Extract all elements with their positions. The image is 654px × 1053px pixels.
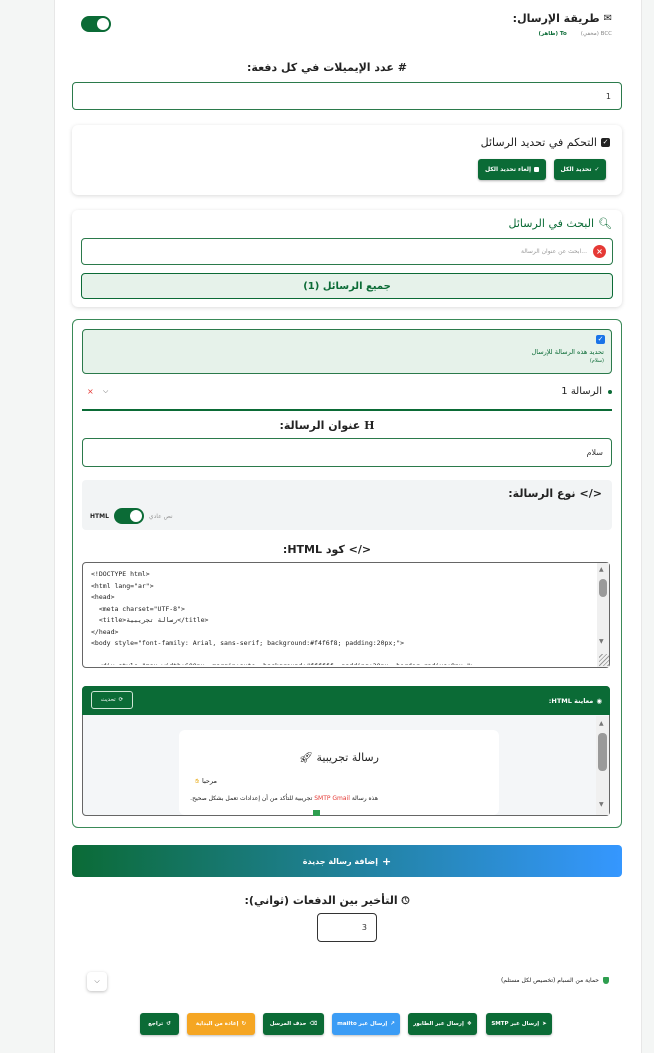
external-link-icon: ↗	[390, 1021, 395, 1027]
delete-sent-button[interactable]: ⌫ حذف المرسل	[263, 1013, 324, 1035]
checkbox-icon: ✓	[601, 138, 610, 147]
wave-icon: ✋︎	[195, 777, 199, 785]
hash-icon: #	[397, 61, 407, 74]
chevron-down-icon[interactable]: ⌵	[103, 387, 108, 396]
envelope-icon: ✉	[603, 13, 612, 24]
square-icon	[534, 167, 540, 172]
option-to[interactable]: To (ظاهر)	[538, 31, 566, 37]
send-queue-button[interactable]: ❖ إرسال عبر الطابور	[408, 1013, 477, 1035]
option-bcc[interactable]: BCC (مخفي)	[581, 31, 612, 37]
paper-plane-icon: ➤	[542, 1021, 547, 1027]
delay-label: 🕓︎ التأخير بين الدفعات (ثواني):	[244, 894, 410, 907]
eraser-icon: ⌫	[309, 1021, 318, 1027]
refresh-icon: ⟳	[118, 697, 124, 703]
code-scroll-up-icon[interactable]: ▲	[599, 566, 604, 573]
selection-control-title: ✓ التحكم في تحديد الرسائل	[480, 136, 610, 149]
code-line: <title>رسالة تجريبية</title>	[91, 616, 209, 624]
message-header-divider	[82, 409, 612, 411]
message-type-label: </> نوع الرسالة:	[508, 487, 602, 500]
preview-email-title: رسالة تجريبية 🚀︎	[299, 751, 379, 764]
batch-size-label: # عدد الإيميلات في كل دفعة:	[247, 61, 407, 74]
spam-expand-button[interactable]: ⌵	[87, 972, 107, 991]
check-double-icon: ✓	[594, 166, 600, 173]
add-message-button[interactable]: + إضافة رسالة جديدة	[72, 845, 622, 877]
clock-icon: 🕓︎	[401, 896, 410, 907]
type-plain-label[interactable]: نص عادي	[149, 513, 173, 520]
code-icon-2: </>	[348, 543, 372, 556]
preview-brand: SMTP Gmail	[314, 795, 350, 802]
refresh-preview-button[interactable]: ⟳ تحديث	[91, 691, 133, 709]
message-type-switch[interactable]: نص عادي HTML	[90, 508, 173, 524]
restart-icon: ↻	[241, 1021, 247, 1027]
send-mailto-button[interactable]: ↗ إرسال عبر mailto	[332, 1013, 400, 1035]
select-message-label: تحديد هذه الرسالة للإرسال (سلام)	[531, 348, 605, 364]
spam-protection-label: حماية من السبام (تخصيص لكل مستلم)	[501, 977, 609, 984]
search-icon: 🔍︎	[598, 217, 612, 230]
shield-icon	[603, 977, 609, 984]
search-title: 🔍︎ البحث في الرسائل	[508, 217, 612, 230]
html-code-label: </> كود HTML:	[282, 543, 372, 556]
code-scroll-down-icon[interactable]: ▼	[599, 638, 604, 645]
code-scroll-thumb[interactable]	[599, 579, 607, 597]
chevron-down-icon-2: ⌵	[94, 977, 100, 985]
deselect-all-button[interactable]: إلغاء تحديد الكل	[478, 159, 546, 180]
html-preview-label: ◉ معاينة HTML:	[548, 697, 602, 705]
restart-button[interactable]: ↻ إعادة من البداية	[187, 1013, 255, 1035]
preview-email-card	[179, 730, 499, 815]
subject-input[interactable]: سلام	[82, 438, 612, 467]
code-line: <meta charset="UTF-8">	[91, 604, 185, 613]
preview-body: هذه رسالة SMTP Gmail تجريبية للتأكد من أ…	[190, 795, 378, 802]
type-toggle[interactable]	[113, 508, 144, 524]
code-line: <!DOCTYPE html>	[91, 570, 150, 578]
delay-input[interactable]: 3	[317, 913, 377, 942]
preview-greeting: مرحبا ✋︎	[195, 777, 217, 785]
send-method-toggle[interactable]	[81, 16, 111, 32]
undo-button[interactable]: ↺ تراجع	[140, 1013, 179, 1035]
delete-message-icon[interactable]: ×	[87, 387, 94, 396]
type-html-label[interactable]: HTML	[90, 513, 109, 520]
message-dot-icon	[608, 389, 612, 394]
eye-icon: ◉	[596, 697, 602, 705]
search-input[interactable]: ابحث عن عنوان الرسالة... ×	[81, 238, 613, 265]
rocket-icon: 🚀︎	[299, 751, 313, 764]
code-line: </head>	[91, 627, 119, 636]
batch-size-input[interactable]: 1	[72, 82, 622, 110]
html-code-content: <!DOCTYPE html> <html lang="ar"> <head> <m…	[91, 569, 591, 665]
search-placeholder: ابحث عن عنوان الرسالة...	[521, 248, 587, 255]
code-icon: </>	[579, 487, 602, 500]
all-messages-button[interactable]: جميع الرسائل (1)	[81, 273, 613, 299]
code-line: <body style="font-family: Arial, sans-se…	[91, 639, 405, 647]
select-message-sub: (سلام)	[589, 358, 604, 364]
heading-icon: H	[364, 419, 375, 432]
message-header[interactable]: الرسالة 1	[561, 386, 612, 397]
preview-scroll-thumb[interactable]	[598, 733, 607, 771]
preview-scroll-up-icon[interactable]: ▲	[599, 720, 604, 727]
select-message-checkbox[interactable]: ✓	[596, 335, 605, 344]
html-preview-header	[82, 686, 610, 715]
preview-scroll-down-icon[interactable]: ▼	[599, 801, 604, 808]
code-line: <div style="max-width:600px; margin:auto…	[91, 661, 591, 665]
send-smtp-button[interactable]: ➤ إرسال عبر SMTP	[486, 1013, 552, 1035]
subject-label: H عنوان الرسالة:	[279, 419, 375, 432]
preview-checkmark-icon	[313, 810, 320, 816]
resize-grip-icon[interactable]	[599, 654, 609, 666]
select-all-button[interactable]: ✓ تحديد الكل	[554, 159, 606, 180]
clear-search-icon[interactable]: ×	[593, 245, 606, 258]
layers-icon: ❖	[466, 1021, 472, 1027]
send-method-label: ✉ طريقة الإرسال:	[512, 12, 612, 25]
send-method-options[interactable]: BCC (مخفي) To (ظاهر)	[538, 31, 612, 37]
code-line: <head>	[91, 593, 115, 601]
undo-icon: ↺	[166, 1021, 171, 1027]
code-line: <html lang="ar">	[91, 581, 154, 590]
plus-icon: +	[382, 854, 392, 868]
message-name: الرسالة 1	[561, 386, 602, 397]
